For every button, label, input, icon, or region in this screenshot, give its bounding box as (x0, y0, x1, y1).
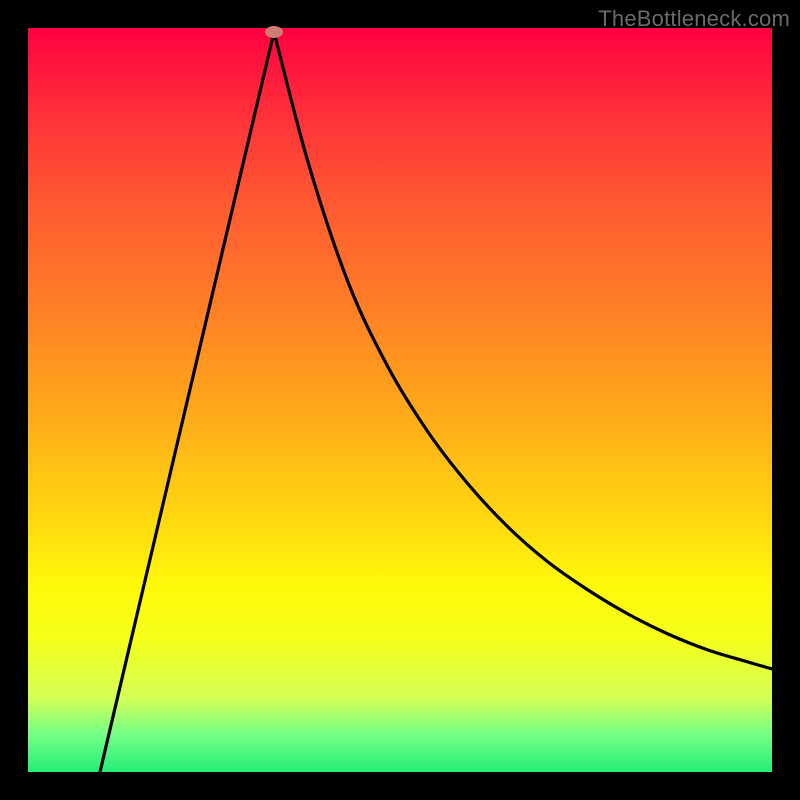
chart-area (28, 28, 772, 772)
bottleneck-curve (28, 28, 772, 772)
minimum-marker (265, 26, 283, 38)
